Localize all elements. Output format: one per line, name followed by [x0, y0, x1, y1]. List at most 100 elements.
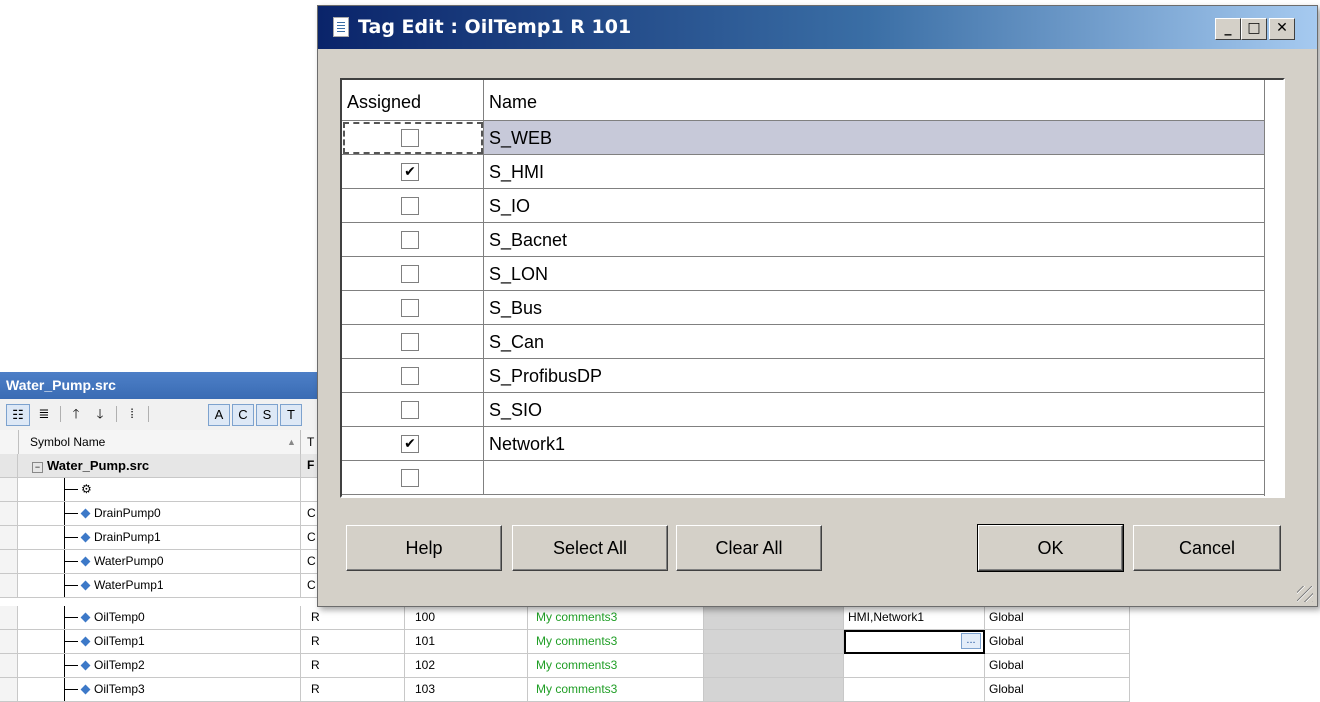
clear-all-button[interactable]: Clear All [676, 525, 822, 571]
close-button[interactable]: ✕ [1269, 18, 1295, 40]
list-item[interactable]: S_LON [342, 257, 1265, 291]
toolbar-a-button[interactable]: A [208, 404, 230, 426]
assigned-checkbox[interactable] [401, 129, 419, 147]
table-row[interactable]: OilTemp0 R 100 My comments3 HMI,Network1… [0, 606, 1130, 630]
cancel-button[interactable]: Cancel [1133, 525, 1281, 571]
ellipsis-button[interactable]: ... [961, 633, 981, 649]
list-item[interactable]: ✔ S_HMI [342, 155, 1265, 189]
symbol-name: OilTemp2 [94, 658, 145, 672]
vertical-scrollbar[interactable] [1264, 80, 1283, 496]
insert-tag-icon[interactable]: ⁞ [122, 404, 142, 424]
item-name [484, 461, 1265, 495]
tree-view-icon[interactable]: ☷ [6, 404, 30, 426]
toolbar-c-button[interactable]: C [232, 404, 254, 426]
item-name: S_Bacnet [484, 223, 1265, 257]
move-down-icon[interactable]: 🡓 [90, 404, 110, 424]
list-item[interactable]: ✔ Network1 [342, 427, 1265, 461]
list-item[interactable] [342, 461, 1265, 495]
collapse-icon[interactable]: − [32, 462, 43, 473]
table-row[interactable]: WaterPump1 C [0, 574, 320, 598]
ok-button[interactable]: OK [977, 524, 1124, 572]
symbol-name: DrainPump0 [94, 506, 161, 520]
root-name: Water_Pump.src [47, 458, 150, 473]
symbol-address: 103 [405, 678, 528, 702]
symbol-comment: My comments3 [528, 606, 704, 630]
list-item[interactable]: S_ProfibusDP [342, 359, 1265, 393]
dialog-title: Tag Edit : OilTemp1 R 101 [358, 16, 632, 38]
symbol-type: R [301, 654, 405, 678]
assigned-checkbox[interactable]: ✔ [401, 435, 419, 453]
symbol-name: OilTemp1 [94, 634, 145, 648]
assigned-checkbox[interactable] [401, 197, 419, 215]
symbol-name: WaterPump1 [94, 578, 164, 592]
assigned-checkbox[interactable] [401, 469, 419, 487]
symbol-scope: Global [985, 678, 1130, 702]
symbol-comment: My comments3 [528, 630, 704, 654]
symbol-name-header[interactable]: Symbol Name [30, 430, 105, 454]
tag-icon [80, 556, 91, 567]
list-item[interactable]: S_IO [342, 189, 1265, 223]
symbol-type: R [301, 678, 405, 702]
source-toolbar: ☷ ≣ 🡑 🡓 ⁞ A C S T [0, 399, 320, 431]
assignment-list: Assigned Name S_WEB ✔ S_HMI S_IO S_Bacne… [340, 78, 1285, 498]
minimize-button[interactable]: _ [1215, 18, 1241, 40]
symbol-address: 101 [405, 630, 528, 654]
tag-icon [80, 508, 91, 519]
source-window-title: Water_Pump.src [0, 372, 320, 399]
assigned-column-header[interactable]: Assigned [342, 80, 484, 120]
assigned-checkbox[interactable] [401, 299, 419, 317]
symbol-address: 102 [405, 654, 528, 678]
resize-grip-icon[interactable] [1297, 586, 1313, 602]
tag-icon [80, 580, 91, 591]
symbol-comment: My comments3 [528, 654, 704, 678]
item-name: S_ProfibusDP [484, 359, 1265, 393]
dialog-title-bar[interactable]: Tag Edit : OilTemp1 R 101 _ □ ✕ [318, 6, 1317, 49]
table-row[interactable]: DrainPump1 C [0, 526, 320, 550]
symbol-scope: Global [985, 654, 1130, 678]
item-name: S_WEB [484, 121, 1265, 155]
table-row[interactable]: OilTemp2 R 102 My comments3 Global [0, 654, 1130, 678]
list-item[interactable]: S_WEB [342, 121, 1265, 155]
symbol-network[interactable]: HMI,Network1 [844, 606, 985, 630]
list-header: Assigned Name [342, 80, 1265, 121]
document-icon [333, 17, 349, 37]
table-row[interactable]: DrainPump0 C [0, 502, 320, 526]
name-column-header[interactable]: Name [484, 80, 1265, 120]
list-view-icon[interactable]: ≣ [34, 404, 54, 424]
table-row[interactable]: WaterPump0 C [0, 550, 320, 574]
item-name: S_IO [484, 189, 1265, 223]
toolbar-s-button[interactable]: S [256, 404, 278, 426]
grid-header: Symbol Name ▲ T [0, 430, 320, 455]
maximize-button[interactable]: □ [1241, 18, 1267, 40]
assigned-checkbox[interactable] [401, 231, 419, 249]
assigned-checkbox[interactable] [401, 265, 419, 283]
sort-ascending-icon: ▲ [287, 437, 296, 447]
item-name: S_Bus [484, 291, 1265, 325]
list-item[interactable]: S_Bacnet [342, 223, 1265, 257]
tag-icon [80, 660, 91, 671]
table-row[interactable]: ⚙ [0, 478, 320, 502]
symbol-name: DrainPump1 [94, 530, 161, 544]
symbol-network[interactable] [844, 678, 985, 702]
assigned-checkbox[interactable]: ✔ [401, 163, 419, 181]
network-edit-cell[interactable]: ... [844, 630, 985, 654]
help-button[interactable]: Help [346, 525, 502, 571]
toolbar-t-button[interactable]: T [280, 404, 302, 426]
table-row[interactable]: OilTemp1 R 101 My comments3 ... Global [0, 630, 1130, 654]
list-item[interactable]: S_Can [342, 325, 1265, 359]
move-up-icon[interactable]: 🡑 [66, 404, 86, 424]
item-name: Network1 [484, 427, 1265, 461]
assigned-checkbox[interactable] [401, 333, 419, 351]
list-item[interactable]: S_SIO [342, 393, 1265, 427]
select-all-button[interactable]: Select All [512, 525, 668, 571]
tree-root-row[interactable]: − Water_Pump.src F [0, 454, 320, 478]
symbol-network[interactable] [844, 654, 985, 678]
table-row[interactable]: OilTemp3 R 103 My comments3 Global [0, 678, 1130, 702]
assigned-checkbox[interactable] [401, 401, 419, 419]
tag-edit-dialog: Tag Edit : OilTemp1 R 101 _ □ ✕ Assigned… [317, 5, 1318, 607]
list-item[interactable]: S_Bus [342, 291, 1265, 325]
symbol-name: OilTemp0 [94, 610, 145, 624]
item-name: S_Can [484, 325, 1265, 359]
symbol-comment: My comments3 [528, 678, 704, 702]
assigned-checkbox[interactable] [401, 367, 419, 385]
